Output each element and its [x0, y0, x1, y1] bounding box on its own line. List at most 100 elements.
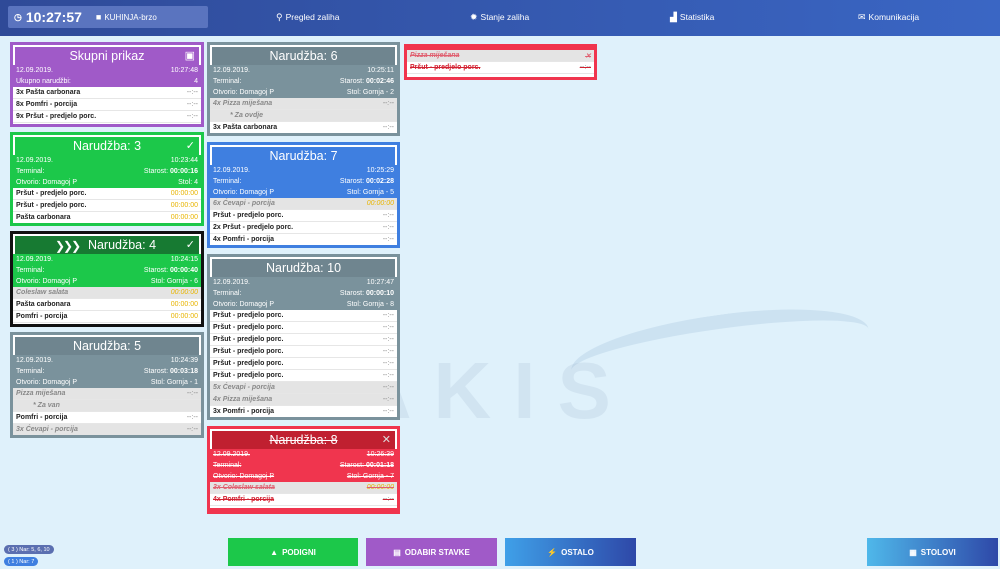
- list-item[interactable]: Pizza miješana --:--: [13, 388, 201, 400]
- list-item[interactable]: Pršut - predjelo porc. --:--: [210, 310, 397, 322]
- odabir-stavke-button[interactable]: ▤ ODABIR STAVKE: [366, 538, 497, 566]
- item-time: 00:00:00: [170, 202, 198, 209]
- card-date: 12.09.2019.: [213, 167, 250, 174]
- list-item[interactable]: 3x Ćevapi - porcija --:--: [13, 424, 201, 435]
- nav-pregled-zaliha[interactable]: ⚲ Pregled zaliha: [276, 12, 339, 22]
- terminal-label: Terminal:: [213, 462, 242, 469]
- pending-badge-1[interactable]: ( 3 ) Nar: 5, 6, 10: [4, 545, 54, 554]
- button-label: OSTALO: [561, 547, 594, 557]
- list-item[interactable]: 3x Pašta carbonara --:--: [210, 122, 397, 133]
- nav-komunikacija[interactable]: ✉ Komunikacija: [858, 12, 919, 22]
- ostalo-button[interactable]: ⚡ OSTALO: [505, 538, 636, 566]
- terminal-label: Terminal:: [16, 368, 45, 375]
- list-item[interactable]: 3x Pomfri - porcija --:--: [210, 406, 397, 417]
- podigni-button[interactable]: ▲ PODIGNI: [228, 538, 358, 566]
- card-date: 12.09.2019.: [16, 67, 53, 74]
- list-item[interactable]: Pašta carbonara 00:00:00: [13, 299, 201, 311]
- order-card-3[interactable]: Narudžba: 3 ✓ 12.09.2019. 10:23:44 Termina…: [10, 132, 204, 226]
- item-name: 3x Pašta carbonara: [213, 124, 278, 131]
- order-card-6[interactable]: Narudžba: 6 12.09.2019. 10:25:11 Terminal…: [207, 42, 400, 136]
- table-label: Stol: Gornja - 1: [150, 379, 198, 386]
- list-item[interactable]: Pomfri - porcija 00:00:00: [13, 311, 201, 323]
- stolovi-button[interactable]: ▦ STOLOVI: [867, 538, 998, 566]
- list-item[interactable]: 8x Pomfri - porcija --:--: [13, 99, 201, 111]
- kitchen-label: KUHINJA-brzo: [104, 12, 157, 22]
- print-icon[interactable]: ▣: [185, 49, 195, 62]
- list-item[interactable]: Pršut - predjelo porc. --:--: [210, 334, 397, 346]
- list-item[interactable]: Pršut - predjelo porc. --:--: [210, 210, 397, 222]
- card-title: Skupni prikaz: [69, 49, 145, 63]
- button-label: ODABIR STAVKE: [404, 547, 470, 557]
- item-name: Pršut - predjelo porc.: [213, 324, 284, 331]
- list-item[interactable]: 4x Pizza miješana --:--: [210, 98, 397, 110]
- list-item[interactable]: 9x Pršut - predjelo porc. --:--: [13, 111, 201, 123]
- item-time: --:--: [382, 348, 394, 355]
- list-item[interactable]: Pršut - predjelo porc. --:--: [210, 322, 397, 334]
- card-date-row: 12.09.2019. 10:24:39: [13, 355, 201, 366]
- card-terminal-row: Terminal: Starost: 00:02:28: [210, 176, 397, 187]
- count-row: Ukupno narudžbi: 4: [13, 76, 201, 87]
- nav-label: Komunikacija: [868, 12, 920, 22]
- summary-card[interactable]: Skupni prikaz ▣ 12.09.2019. 10:27:48 Ukupn…: [10, 42, 204, 127]
- item-note: * Za van: [33, 402, 60, 409]
- item-name: Pršut - predjelo porc.: [213, 348, 284, 355]
- item-time: --:--: [382, 372, 394, 379]
- list-item[interactable]: Pršut - predjelo porc. 00:00:00: [13, 188, 201, 200]
- close-icon[interactable]: ✕: [585, 52, 591, 60]
- terminal-label: Terminal:: [16, 168, 45, 175]
- card-opened-row: Otvorio: Domagoj P Stol: Gornja - 6: [13, 276, 201, 287]
- order-card-10[interactable]: Narudžba: 10 12.09.2019. 10:27:47 Termina…: [207, 254, 400, 420]
- nav-label: Stanje zaliha: [480, 12, 530, 22]
- item-time: --:--: [382, 212, 394, 219]
- card-date-row: 12.09.2019. 10:26:39: [210, 449, 397, 460]
- list-item[interactable]: Pašta carbonara 00:00:00: [13, 212, 201, 223]
- item-name: Pršut - predjelo porc.: [410, 64, 481, 71]
- list-item[interactable]: Pršut - predjelo porc. --:--: [210, 370, 397, 382]
- list-item[interactable]: 3x Pašta carbonara --:--: [13, 87, 201, 99]
- card-date-row: 12.09.2019. 10:24:15: [13, 254, 201, 265]
- age-label: Starost:: [143, 168, 169, 175]
- chart-icon: ▟: [670, 11, 677, 22]
- pending-badge-2[interactable]: ( 1 ) Nar: 7: [4, 557, 39, 566]
- list-item[interactable]: 4x Pomfri - porcija --:--: [210, 494, 397, 506]
- list-item[interactable]: 5x Ćevapi - porcija --:--: [210, 382, 397, 394]
- list-item[interactable]: Pršut - predjelo porc. --:--: [210, 358, 397, 370]
- age-label: Starost:: [143, 368, 169, 375]
- order-card-continuation[interactable]: Pizza miješana ✕ Pršut - predjelo porc. --…: [404, 50, 597, 80]
- order-card-4[interactable]: ❯❯❯ Narudžba: 4 ✓ 12.09.2019. 10:24:15 Term…: [10, 231, 204, 327]
- list-item[interactable]: 4x Pizza miješana --:--: [210, 394, 397, 406]
- list-item[interactable]: 4x Pomfri - porcija --:--: [210, 234, 397, 245]
- item-time: --:--: [382, 224, 394, 231]
- item-name: Pašta carbonara: [25, 89, 81, 96]
- search-icon: ⚲: [276, 11, 283, 22]
- badge-label: ( 1 ) Nar: 7: [8, 558, 35, 565]
- item-time: --:--: [382, 336, 394, 343]
- item-time: --:--: [186, 426, 198, 433]
- kitchen-selector[interactable]: ■ KUHINJA-brzo: [96, 12, 157, 22]
- card-date-row: 12.09.2019. 10:23:44: [13, 155, 201, 166]
- list-item[interactable]: Pršut - predjelo porc. --:--: [407, 62, 594, 74]
- item-name: Pršut - predjelo porc.: [213, 212, 284, 219]
- card-date-row: 12.09.2019. 10:25:29: [210, 165, 397, 176]
- list-item[interactable]: Pizza miješana ✕: [407, 50, 594, 62]
- list-item[interactable]: 2x Pršut - predjelo porc. --:--: [210, 222, 397, 234]
- list-icon: ▤: [393, 547, 401, 557]
- order-card-7[interactable]: Narudžba: 7 12.09.2019. 10:25:29 Terminal…: [207, 142, 400, 248]
- order-card-5[interactable]: Narudžba: 5 12.09.2019. 10:24:39 Terminal…: [10, 332, 204, 438]
- list-item[interactable]: Coleslaw salata 00:00:00: [13, 287, 201, 299]
- item-time: --:--: [382, 100, 394, 107]
- list-item[interactable]: Pršut - predjelo porc. 00:00:00: [13, 200, 201, 212]
- card-title: Narudžba: 10: [265, 261, 342, 275]
- bolt-icon: ⚡: [547, 547, 558, 557]
- nav-stanje-zaliha[interactable]: ✹ Stanje zaliha: [470, 12, 529, 22]
- item-time: 00:00:00: [170, 214, 198, 221]
- check-icon[interactable]: ✓: [186, 238, 195, 251]
- close-icon[interactable]: ✕: [382, 433, 391, 446]
- list-item[interactable]: 3x Coleslaw salata 00:00:00: [210, 482, 397, 494]
- list-item[interactable]: Pomfri - porcija --:--: [13, 412, 201, 424]
- list-item[interactable]: Pršut - predjelo porc. --:--: [210, 346, 397, 358]
- check-icon[interactable]: ✓: [186, 139, 195, 152]
- order-card-8[interactable]: Narudžba: 8 ✕ 12.09.2019. 10:26:39 Termina…: [207, 426, 400, 510]
- nav-statistika[interactable]: ▟ Statistika: [670, 12, 714, 22]
- list-item[interactable]: 6x Ćevapi - porcija 00:00:00: [210, 198, 397, 210]
